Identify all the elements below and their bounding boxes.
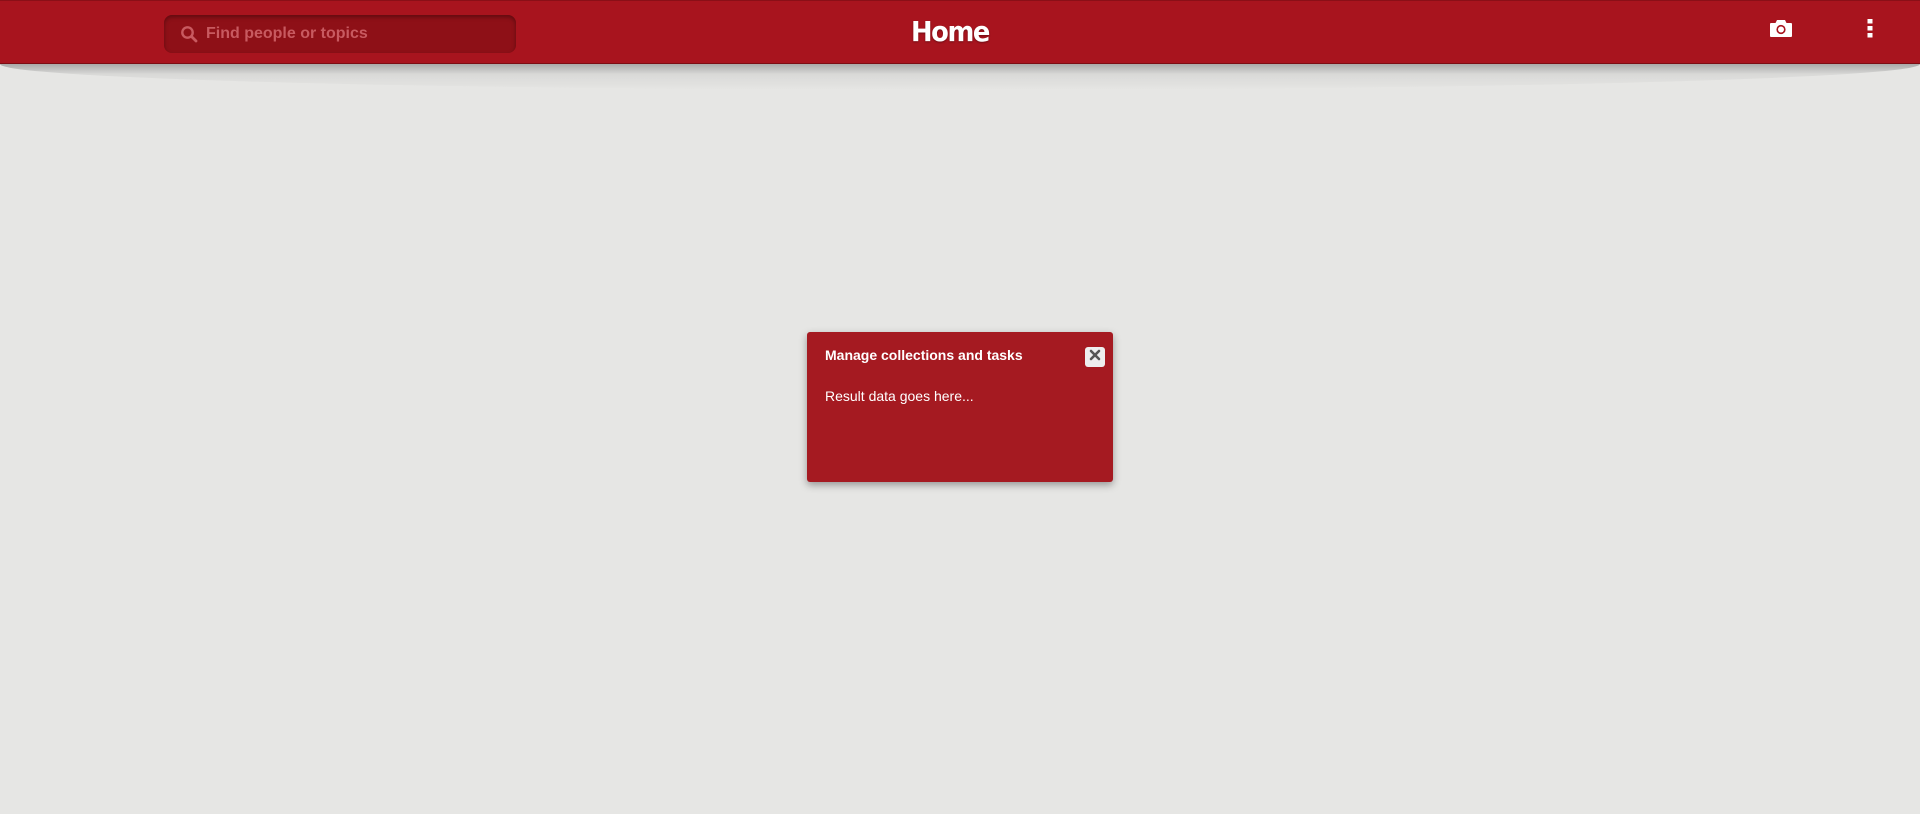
manage-collections-dialog: Manage collections and tasks Result data…: [807, 332, 1113, 482]
topbar-shadow: [0, 64, 1920, 90]
close-icon: [1089, 348, 1101, 366]
close-button[interactable]: [1085, 347, 1105, 367]
camera-button[interactable]: [1766, 17, 1796, 43]
dialog-title: Manage collections and tasks: [825, 347, 1023, 363]
page-title: Home: [910, 15, 990, 48]
camera-icon: [1769, 18, 1793, 43]
more-options-button[interactable]: [1860, 17, 1880, 43]
dialog-body-text: Result data goes here...: [825, 388, 974, 404]
kebab-menu-icon: [1867, 18, 1873, 43]
top-navigation-bar: Home: [0, 0, 1920, 64]
